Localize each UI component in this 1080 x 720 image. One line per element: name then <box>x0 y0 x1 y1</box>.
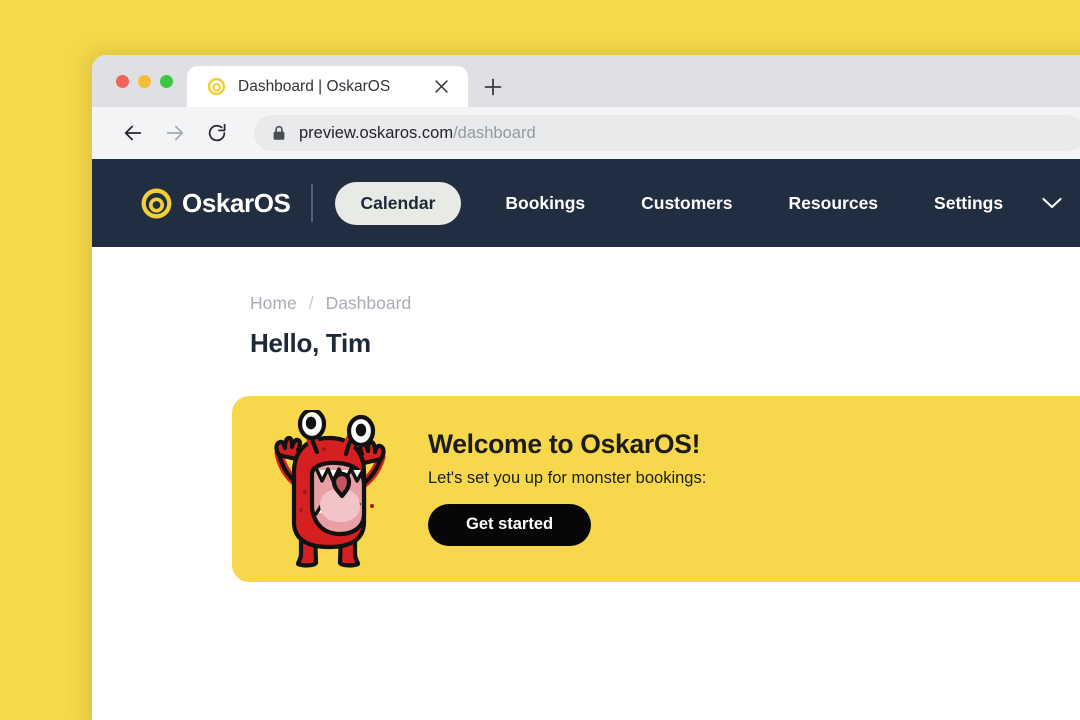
welcome-card-subtitle: Let's set you up for monster bookings: <box>428 468 707 487</box>
browser-window: Dashboard | OskarOS preview.oskaros.com/… <box>92 55 1080 720</box>
browser-toolbar: preview.oskaros.com/dashboard <box>92 107 1080 159</box>
new-tab-button[interactable] <box>474 66 512 107</box>
url-path: /dashboard <box>453 123 536 142</box>
nav-item-customers[interactable]: Customers <box>613 193 760 214</box>
welcome-card-title: Welcome to OskarOS! <box>428 428 701 459</box>
oskaros-ring-icon <box>141 188 172 218</box>
breadcrumb-separator: / <box>308 293 314 313</box>
address-bar-url: preview.oskaros.com/dashboard <box>299 124 536 143</box>
nav-item-calendar[interactable]: Calendar <box>334 181 462 225</box>
breadcrumb-home[interactable]: Home <box>250 293 297 314</box>
nav-item-bookings[interactable]: Bookings <box>477 193 613 214</box>
padlock-icon <box>272 125 286 141</box>
chevron-down-icon <box>1042 197 1062 209</box>
breadcrumb-current: Dashboard <box>325 293 412 313</box>
address-bar[interactable]: preview.oskaros.com/dashboard <box>254 115 1080 151</box>
nav-item-settings[interactable]: Settings <box>906 193 1031 214</box>
brand-name: OskarOS <box>182 187 291 218</box>
browser-tab[interactable]: Dashboard | OskarOS <box>187 66 468 107</box>
reload-button[interactable] <box>198 114 236 152</box>
close-tab-button[interactable] <box>430 76 452 98</box>
page-root: Dashboard | OskarOS preview.oskaros.com/… <box>0 0 1080 720</box>
browser-tab-strip: Dashboard | OskarOS <box>92 55 1080 107</box>
arrow-right-icon <box>166 125 184 141</box>
forward-button[interactable] <box>156 114 194 152</box>
site-navigation-bar: OskarOS Calendar Bookings Customers Reso… <box>92 159 1080 247</box>
breadcrumb: Home / Dashboard <box>250 293 1080 314</box>
oskaros-ring-icon <box>207 77 226 96</box>
web-page-content: OskarOS Calendar Bookings Customers Reso… <box>92 159 1080 720</box>
welcome-card-text: Welcome to OskarOS! Let's set you up for… <box>428 429 706 550</box>
minimize-window-button[interactable] <box>138 74 151 88</box>
nav-item-resources[interactable]: Resources <box>761 193 907 214</box>
back-button[interactable] <box>114 114 152 152</box>
arrow-left-icon <box>124 125 142 141</box>
brand-logo-link[interactable]: OskarOS <box>140 187 291 220</box>
close-icon <box>434 80 448 93</box>
settings-dropdown-toggle[interactable] <box>1041 196 1063 210</box>
browser-tab-title: Dashboard | OskarOS <box>238 77 391 95</box>
plus-icon <box>484 78 502 95</box>
url-host: preview.oskaros.com <box>299 123 454 142</box>
page-title: Hello, Tim <box>250 328 371 358</box>
maximize-window-button[interactable] <box>160 74 173 88</box>
red-monster-illustration <box>274 410 386 568</box>
window-controls <box>92 55 187 107</box>
nav-links: Calendar Bookings Customers Resources Se… <box>334 181 1064 225</box>
close-window-button[interactable] <box>116 74 129 88</box>
nav-divider <box>310 184 313 222</box>
get-started-button[interactable]: Get started <box>428 503 592 546</box>
page-body: Home / Dashboard Hello, Tim Welcome to O… <box>92 247 1080 582</box>
welcome-card: Welcome to OskarOS! Let's set you up for… <box>232 396 1080 582</box>
reload-icon <box>208 123 226 142</box>
